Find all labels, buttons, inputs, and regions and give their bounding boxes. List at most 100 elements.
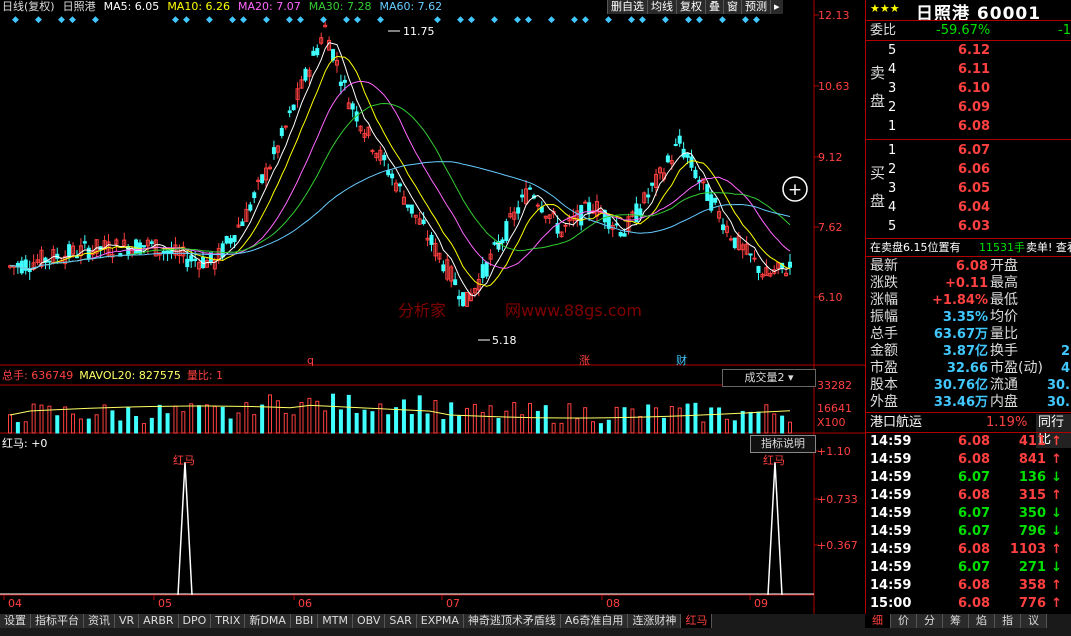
signal-diamond: ◆ (719, 15, 726, 25)
candle-body (732, 237, 737, 249)
tick-time: 14:59 (870, 560, 912, 575)
adjust-button[interactable]: 复权 (676, 0, 705, 14)
date-label: 05 (158, 597, 172, 610)
stat-row: 金额 3.87亿 换手 2 (866, 343, 1071, 360)
tab-indicator[interactable]: VR (115, 614, 140, 628)
overlay-button[interactable]: 叠 (705, 0, 723, 14)
candle-body (311, 50, 316, 56)
order-notice[interactable]: 在卖盘6.15位置有 11531手 卖单! 查看 (866, 239, 1071, 256)
tab-quote[interactable]: 价 (891, 614, 917, 628)
tab-indicator[interactable]: OBV (353, 614, 386, 628)
buy-row[interactable]: 3 6.05 (866, 180, 1071, 197)
tab-indicator[interactable]: 设置 (0, 614, 31, 628)
candle-body (721, 224, 726, 231)
indicator-help-button[interactable]: 指标说明 (750, 435, 816, 453)
volume-bar (630, 408, 635, 434)
tab-indicator[interactable]: 新DMA (245, 614, 291, 628)
buy-level: 3 (888, 181, 897, 196)
volume-bar (433, 400, 438, 434)
signal-diamond: ◆ (571, 15, 578, 25)
buy-row[interactable]: 2 6.06 (866, 161, 1071, 178)
signal-diamond: ◆ (354, 15, 361, 25)
tab-indicator[interactable]: 指标平台 (31, 614, 84, 628)
tab-quote[interactable]: 指 (995, 614, 1021, 628)
quote-tabs: 细价分筹焰指议 (865, 614, 1071, 636)
sell-row[interactable]: 2 6.09 (866, 99, 1071, 116)
forecast-button[interactable]: 预测 (741, 0, 770, 14)
volume-bar (788, 421, 792, 434)
tab-quote[interactable]: 议 (1021, 614, 1047, 628)
tab-indicator[interactable]: DPO (178, 614, 212, 628)
sell-price: 6.11 (958, 62, 991, 77)
tab-indicator[interactable]: MTM (318, 614, 353, 628)
candle-body (535, 204, 540, 207)
industry-name[interactable]: 港口航运 (870, 414, 922, 431)
candle-body (677, 135, 682, 144)
volume-bar (204, 404, 209, 434)
candle-body (728, 238, 733, 241)
volume-bar (134, 415, 139, 434)
volume-bar (331, 393, 336, 434)
candle-body (748, 253, 753, 256)
arrow-right-icon[interactable]: ▸ (770, 0, 783, 14)
tab-quote[interactable]: 焰 (969, 614, 995, 628)
industry-row[interactable]: 港口航运 1.19% 同行比 (866, 414, 1071, 448)
buy-row[interactable]: 5 6.03 (866, 218, 1071, 235)
sell-level: 5 (888, 43, 897, 58)
volume-indicator-dropdown[interactable]: 成交量2 ▾ (722, 369, 816, 387)
tab-indicator[interactable]: 连涨财神 (628, 614, 682, 628)
price-axis-label: 6.10 (818, 291, 843, 304)
stat-label-2: 均价 (990, 309, 1018, 325)
buy-row[interactable]: 4 6.04 (866, 199, 1071, 216)
buy-level: 1 (888, 143, 897, 158)
stat-row: 振幅 3.35% 均价 (866, 309, 1071, 326)
notice-link[interactable]: 卖单! 查看 (1026, 239, 1071, 256)
tick-price: 6.07 (958, 524, 991, 539)
volume-ratio: 量比: 1 (186, 369, 224, 382)
tab-indicator[interactable]: A6奇准自用 (560, 614, 629, 628)
tab-indicator[interactable]: BBI (290, 614, 319, 628)
ma-button[interactable]: 均线 (647, 0, 676, 14)
date-label: 04 (8, 597, 22, 610)
tab-indicator[interactable]: 神奇逃顶术矛盾线 (463, 614, 561, 628)
volume-bar (260, 404, 265, 434)
sell-row[interactable]: 5 6.12 (866, 42, 1071, 59)
tab-quote[interactable]: 细 (865, 614, 891, 628)
tab-quote[interactable]: 分 (917, 614, 943, 628)
stat-value-2: 2 (1060, 344, 1070, 359)
candle-body (47, 260, 52, 263)
candle-body (484, 261, 489, 277)
volume-bar (71, 413, 76, 434)
candle-body (390, 173, 395, 179)
stat-label-2: 最高 (990, 275, 1018, 291)
stat-value: 32.66 (946, 361, 988, 376)
stat-row: 外盘 33.46万 内盘 30. (866, 394, 1071, 411)
buy-price: 6.07 (958, 143, 991, 158)
buy-row[interactable]: 1 6.07 (866, 142, 1071, 159)
sell-row[interactable]: 1 6.08 (866, 118, 1071, 135)
tab-indicator[interactable]: 红马 (681, 614, 713, 628)
candle-body (516, 207, 521, 214)
volume-bar (669, 406, 674, 434)
kline-chart-svg[interactable]: 12.13 10.63 9.12 7.62 6.10 33282 16641X100 +1.1… (0, 0, 865, 614)
kline-chart-area[interactable]: 12.13 10.63 9.12 7.62 6.10 33282 16641 X100 +1.1… (0, 0, 865, 614)
arrow-up-icon: ↑ (1051, 452, 1062, 467)
quote-stats: 最新 6.08 开盘 涨跌 +0.11 最高 涨幅 +1.84% 最低 振幅 3.35% 均价 总手 63… (866, 258, 1071, 413)
volume-bar (693, 402, 698, 434)
sell-row[interactable]: 4 6.11 (866, 61, 1071, 78)
tab-indicator[interactable]: TRIX (211, 614, 246, 628)
tab-quote[interactable]: 筹 (943, 614, 969, 628)
volume-bar (173, 405, 178, 434)
signal-diamond: ◆ (35, 15, 42, 25)
tab-indicator[interactable]: SAR (385, 614, 417, 628)
tab-indicator[interactable]: 资讯 (84, 614, 115, 628)
window-button[interactable]: 窗 (723, 0, 741, 14)
sell-row[interactable]: 3 6.10 (866, 80, 1071, 97)
candle-body (232, 235, 237, 243)
remove-favorite-button[interactable]: 删自选 (607, 0, 647, 14)
signal-diamond: ◆ (468, 15, 475, 25)
candle-body (646, 194, 651, 198)
tab-indicator[interactable]: ARBR (139, 614, 179, 628)
tab-indicator[interactable]: EXPMA (416, 614, 464, 628)
buy-orders: 买盘 1 6.07 2 6.06 3 6.05 4 6.04 5 6.03 (866, 142, 1071, 237)
